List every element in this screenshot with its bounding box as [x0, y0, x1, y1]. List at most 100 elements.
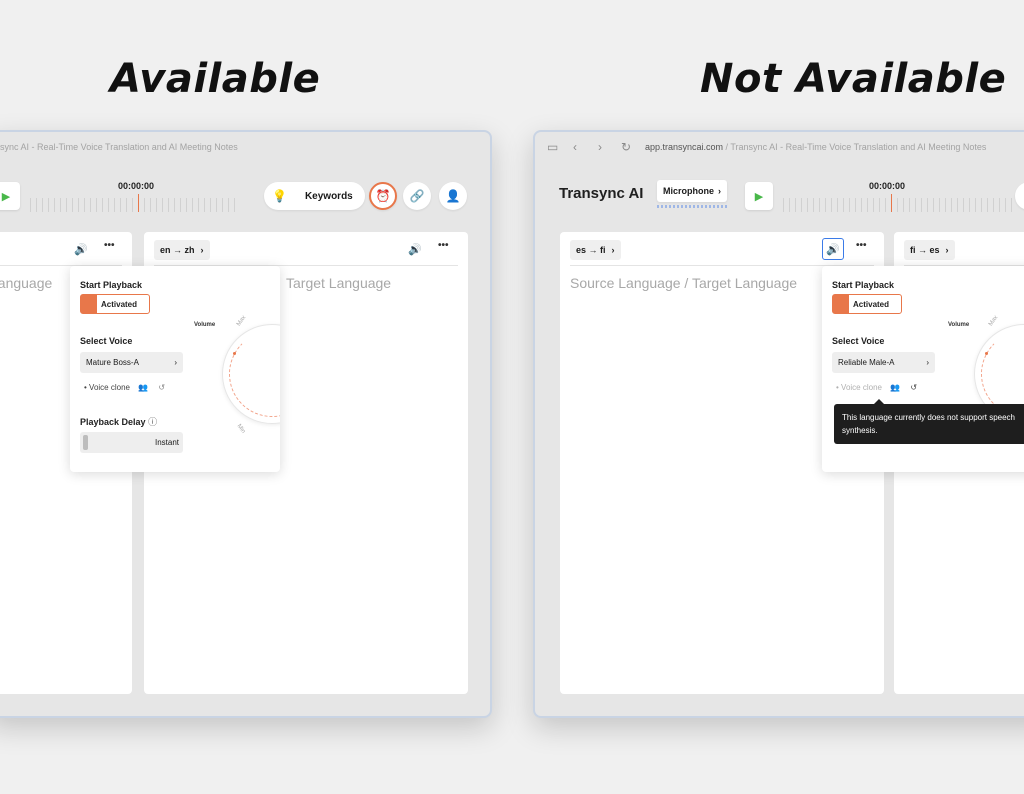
toolbar-button[interactable]	[1015, 182, 1024, 210]
dial-max: Max	[235, 314, 248, 328]
playback-popover: Start Playback Activated Select Voice Ma…	[70, 266, 280, 472]
volume-indicator	[985, 352, 988, 355]
undo-icon[interactable]: ↺	[158, 383, 165, 392]
link-icon: 🔗	[409, 189, 425, 203]
bullet-icon: •	[84, 383, 87, 392]
timer: 00:00:00	[869, 181, 906, 191]
language-pair-selector[interactable]: en → zh ›	[154, 240, 210, 260]
link-button[interactable]: 🔗	[403, 182, 431, 210]
timeline-cursor	[891, 194, 892, 212]
heading-available: Available	[110, 56, 321, 102]
brand-title: Transync AI	[559, 185, 644, 202]
volume-label: Volume	[948, 322, 970, 328]
playback-delay-label: Playback Delay ⓘ	[80, 415, 157, 428]
user-icon: 👤	[445, 189, 461, 203]
speaker-button[interactable]: 🔊	[70, 238, 92, 260]
dial-min: Min	[235, 423, 247, 435]
delay-value: Instant	[154, 438, 179, 447]
voice-clone-row[interactable]: • Voice clone 👥 ↺	[836, 383, 917, 392]
slider-handle[interactable]	[83, 435, 88, 450]
start-playback-label: Start Playback	[80, 280, 143, 290]
timeline-cursor	[138, 194, 139, 212]
voice-clone-row[interactable]: • Voice clone 👥 ↺	[84, 383, 165, 392]
heading-not-available: Not Available	[700, 56, 1007, 102]
start-playback-label: Start Playback	[832, 280, 895, 290]
speaker-icon: 🔊	[74, 243, 88, 256]
toggle-knob	[81, 295, 97, 313]
keywords-button[interactable]: 💡 Keywords	[264, 182, 365, 210]
toggle-state: Activated	[101, 299, 138, 309]
alarm-button[interactable]: ⏰	[369, 182, 397, 210]
more-options-button[interactable]: •••	[104, 240, 115, 251]
play-icon: ▶	[1, 190, 11, 203]
select-voice-label: Select Voice	[832, 336, 885, 346]
timeline[interactable]	[30, 198, 240, 212]
playback-toggle[interactable]: Activated	[80, 294, 150, 314]
chevron-right-icon: ›	[611, 245, 615, 255]
language-pair-selector[interactable]: es → fi ›	[570, 240, 621, 260]
reload-icon[interactable]: ↻	[621, 140, 631, 154]
undo-icon[interactable]: ↺	[910, 383, 917, 392]
microphone-selector[interactable]: Microphone ›	[657, 180, 727, 202]
playback-toggle[interactable]: Activated	[832, 294, 902, 314]
voice-value: Reliable Male-A	[838, 358, 895, 367]
voice-select[interactable]: Reliable Male-A ›	[832, 352, 935, 373]
voice-clone-icon: 👥	[138, 383, 149, 392]
speaker-button[interactable]: 🔊	[404, 238, 426, 260]
voice-clone-icon: 👥	[890, 383, 901, 392]
timer: 00:00:00	[118, 181, 155, 191]
speaker-icon: 🔊	[408, 243, 422, 256]
select-voice-label: Select Voice	[80, 336, 133, 346]
language-pair-selector[interactable]: fi → es ›	[904, 240, 955, 260]
toggle-state: Activated	[853, 299, 890, 309]
toggle-knob	[833, 295, 849, 313]
play-button[interactable]: ▶	[745, 182, 773, 210]
alarm-clock-icon: ⏰	[375, 189, 391, 203]
voice-clone-label: Voice clone	[841, 383, 882, 392]
language-pair-label: fi → es	[910, 245, 940, 255]
lightbulb-icon: 💡	[272, 189, 287, 203]
voice-clone-label: Voice clone	[89, 383, 130, 392]
more-options-button[interactable]: •••	[856, 240, 867, 251]
mic-level-meter	[657, 205, 727, 208]
unsupported-tooltip: This language currently does not support…	[834, 399, 1024, 444]
voice-value: Mature Boss-A	[86, 358, 139, 367]
play-icon: ▶	[754, 190, 764, 203]
tab-title: sync AI - Real-Time Voice Translation an…	[0, 142, 238, 152]
voice-select[interactable]: Mature Boss-A ›	[80, 352, 183, 373]
help-icon[interactable]: ⓘ	[148, 417, 157, 427]
play-button[interactable]: ▶	[0, 182, 20, 210]
playback-delay-slider[interactable]: Instant	[80, 432, 183, 453]
volume-label: Volume	[194, 322, 216, 328]
forward-icon[interactable]: ›	[598, 140, 602, 154]
microphone-label: Microphone	[663, 186, 714, 196]
more-options-button[interactable]: •••	[438, 240, 449, 251]
speaker-icon: 🔊	[826, 243, 840, 256]
timeline[interactable]	[783, 198, 1013, 212]
bullet-icon: •	[836, 383, 839, 392]
chevron-right-icon: ›	[926, 358, 929, 367]
source-placeholder: Language	[0, 275, 53, 291]
sidebar-toggle-icon[interactable]: ▭	[547, 140, 558, 154]
back-icon[interactable]: ‹	[573, 140, 577, 154]
language-pair-label: en → zh	[160, 245, 195, 255]
chevron-right-icon: ›	[200, 245, 204, 255]
keywords-label: Keywords	[304, 190, 353, 202]
dial-max: Max	[987, 314, 1000, 328]
chevron-right-icon: ›	[945, 245, 949, 255]
address-bar[interactable]: app.transyncai.com / Transync AI - Real-…	[645, 142, 1024, 158]
playback-delay-text: Playback Delay	[80, 417, 146, 427]
chevron-right-icon: ›	[718, 186, 721, 196]
browser-window-not-available: ▭ ‹ › ↻ app.transyncai.com / Transync AI…	[533, 130, 1024, 718]
language-pair-label: es → fi	[576, 245, 606, 255]
url-path: / Transync AI - Real-Time Voice Translat…	[723, 142, 987, 152]
volume-dial[interactable]	[222, 324, 280, 424]
user-button[interactable]: 👤	[439, 182, 467, 210]
url-host: app.transyncai.com	[645, 142, 724, 152]
source-placeholder: Source Language / Target Language	[570, 275, 798, 291]
volume-indicator	[233, 352, 236, 355]
browser-window-available: sync AI - Real-Time Voice Translation an…	[0, 130, 492, 718]
volume-arc	[229, 331, 280, 417]
speaker-button[interactable]: 🔊	[822, 238, 844, 260]
chevron-right-icon: ›	[174, 358, 177, 367]
